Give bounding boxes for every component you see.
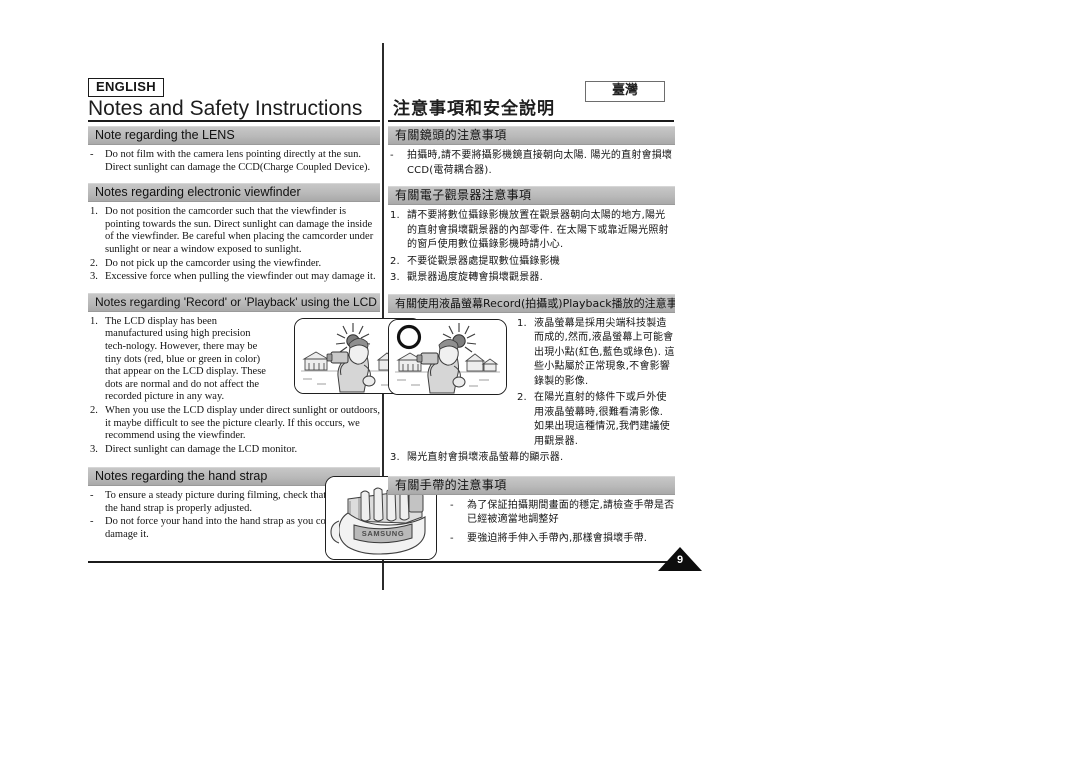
list-text: To ensure a steady picture during filmin… bbox=[105, 490, 327, 514]
list-text: 觀景器過度旋轉會損壞觀景器. bbox=[407, 272, 543, 283]
section-header-viewfinder-en-label: Notes regarding electronic viewfinder bbox=[95, 185, 301, 200]
figure-lcd-sunlight-allowed bbox=[388, 318, 507, 395]
manual-page: ENGLISH 臺灣 Notes and Safety Instructions… bbox=[0, 0, 1080, 764]
page-title-english: Notes and Safety Instructions bbox=[88, 97, 363, 120]
list-item: 2. When you use the LCD display under di… bbox=[88, 405, 380, 443]
list-text: 要強迫將手伸入手帶內,那樣會損壞手帶. bbox=[467, 532, 648, 544]
list-marker: - bbox=[450, 499, 454, 511]
list-text: Do not pick up the camcorder using the v… bbox=[105, 257, 322, 269]
list-item: 2. 不要從觀景器處提取數位攝錄影機 bbox=[388, 255, 675, 270]
list-marker: 3. bbox=[90, 443, 98, 455]
list-marker: 3. bbox=[90, 271, 98, 283]
list-item: 3. Direct sunlight can damage the LCD mo… bbox=[88, 444, 380, 457]
list-marker: 1. bbox=[90, 206, 98, 218]
list-item: - 拍攝時,請不要將攝影機鏡直接朝向太陽. 陽光的直射會損壞CCD(電荷耦合器)… bbox=[388, 149, 675, 178]
list-marker: 1. bbox=[90, 315, 98, 327]
page-number-badge: 9 bbox=[657, 546, 703, 572]
section-header-lcd-en-label: Notes regarding 'Record' or 'Playback' u… bbox=[95, 294, 377, 309]
list-item: - 為了保証拍攝期間畫面的穩定,請檢查手帶是否已經被適當地調整好 bbox=[448, 499, 675, 528]
list-text: 為了保証拍攝期間畫面的穩定,請檢查手帶是否已經被適當地調整好 bbox=[467, 499, 675, 526]
list-text: 不要從觀景器處提取數位攝錄影機 bbox=[407, 255, 560, 267]
list-marker: 2. bbox=[90, 257, 98, 269]
chinese-column: 有關鏡頭的注意事項 - 拍攝時,請不要將攝影機鏡直接朝向太陽. 陽光的直射會損壞… bbox=[388, 126, 675, 548]
list-text: When you use the LCD display under direc… bbox=[105, 404, 380, 442]
list-item: - Do not film with the camera lens point… bbox=[88, 149, 380, 174]
language-chip: ENGLISH bbox=[88, 78, 164, 97]
list-item: 3. Excessive force when pulling the view… bbox=[88, 271, 380, 284]
list-text: Do not position the camcorder such that … bbox=[105, 206, 374, 255]
list-item: 1. Do not position the camcorder such th… bbox=[88, 206, 380, 256]
header-rule-right bbox=[388, 120, 674, 122]
list-item: 2. 在陽光直射的條件下或戶外使用液晶螢幕時,很難看清影像. 如果出現這種情況,… bbox=[515, 391, 675, 449]
section-header-viewfinder-en: Notes regarding electronic viewfinder bbox=[88, 183, 380, 203]
list-text: Do not film with the camera lens pointin… bbox=[105, 149, 371, 173]
list-marker: - bbox=[90, 149, 94, 160]
header-rule-left bbox=[88, 120, 380, 122]
section-header-handstrap-zh-label: 有關手帶的注意事項 bbox=[395, 477, 507, 492]
list-marker: 3. bbox=[390, 452, 400, 463]
section-header-viewfinder-zh: 有關電子觀景器注意事項 bbox=[388, 186, 675, 205]
list-text: 拍攝時,請不要將攝影機鏡直接朝向太陽. 陽光的直射會損壞CCD(電荷耦合器). bbox=[407, 150, 673, 176]
list-item: 3. 觀景器過度旋轉會損壞觀景器. bbox=[388, 271, 675, 286]
list-item: 1. 請不要將數位攝錄影機放置在觀景器朝向太陽的地方,陽光的直射會損壞觀景器的內… bbox=[388, 209, 675, 253]
list-item: 1. 液晶螢幕是採用尖端科技製造而成的,然而,液晶螢幕上可能會出現小點(紅色,藍… bbox=[515, 317, 675, 390]
footer-rule bbox=[88, 561, 674, 563]
section-header-lens-zh: 有關鏡頭的注意事項 bbox=[388, 126, 675, 145]
list-marker: 2. bbox=[517, 392, 527, 403]
list-item: 2. Do not pick up the camcorder using th… bbox=[88, 258, 380, 271]
list-marker: 1. bbox=[517, 317, 527, 329]
list-item: 3. 陽光直射會損壞液晶螢幕的顯示器. bbox=[388, 451, 675, 466]
list-text: The LCD display has been manufactured us… bbox=[105, 315, 266, 403]
list-marker: - bbox=[90, 490, 94, 502]
list-marker: 1. bbox=[390, 210, 400, 221]
list-text: 在陽光直射的條件下或戶外使用液晶螢幕時,很難看清影像. 如果出現這種情況,我們建… bbox=[534, 392, 670, 447]
list-text: Do not force your hand into the hand str… bbox=[105, 516, 340, 541]
figure-lcd-sunlight-allowed-art bbox=[389, 319, 506, 394]
list-marker: - bbox=[90, 516, 94, 528]
section-header-lcd-zh-label: 有關使用液晶螢幕Record(拍攝或)Playback播放的注意事項 bbox=[395, 296, 675, 310]
page-header: ENGLISH 臺灣 Notes and Safety Instructions… bbox=[88, 78, 673, 120]
list-marker: 2. bbox=[90, 404, 98, 416]
list-marker: - bbox=[390, 150, 394, 161]
section-header-lens-zh-label: 有關鏡頭的注意事項 bbox=[395, 128, 507, 142]
section-header-lcd-en: Notes regarding 'Record' or 'Playback' u… bbox=[88, 292, 380, 312]
list-text: 液晶螢幕是採用尖端科技製造而成的,然而,液晶螢幕上可能會出現小點(紅色,藍色或綠… bbox=[534, 317, 675, 387]
section-header-viewfinder-zh-label: 有關電子觀景器注意事項 bbox=[395, 188, 532, 202]
list-text: Direct sunlight can damage the LCD monit… bbox=[105, 443, 298, 455]
section-header-lcd-zh: 有關使用液晶螢幕Record(拍攝或)Playback播放的注意事項 bbox=[388, 293, 675, 313]
section-header-handstrap-zh: 有關手帶的注意事項 bbox=[388, 475, 675, 495]
section-header-lens-en-label: Note regarding the LENS bbox=[95, 128, 235, 142]
list-item: - 要強迫將手伸入手帶內,那樣會損壞手帶. bbox=[448, 532, 675, 547]
list-item: 1. The LCD display has been manufactured… bbox=[88, 316, 288, 404]
list-marker: 3. bbox=[390, 272, 400, 283]
list-marker: - bbox=[450, 532, 454, 544]
list-text: Excessive force when pulling the viewfin… bbox=[105, 271, 376, 283]
page-number-label: 9 bbox=[676, 554, 684, 566]
region-chip: 臺灣 bbox=[585, 81, 665, 102]
page-title-chinese: 注意事項和安全說明 bbox=[393, 99, 555, 119]
list-text: 陽光直射會損壞液晶螢幕的顯示器. bbox=[407, 452, 564, 463]
list-marker: 2. bbox=[390, 255, 400, 267]
section-header-lens-en: Note regarding the LENS bbox=[88, 126, 380, 145]
list-text: 請不要將數位攝錄影機放置在觀景器朝向太陽的地方,陽光的直射會損壞觀景器的內部零件… bbox=[407, 210, 669, 250]
